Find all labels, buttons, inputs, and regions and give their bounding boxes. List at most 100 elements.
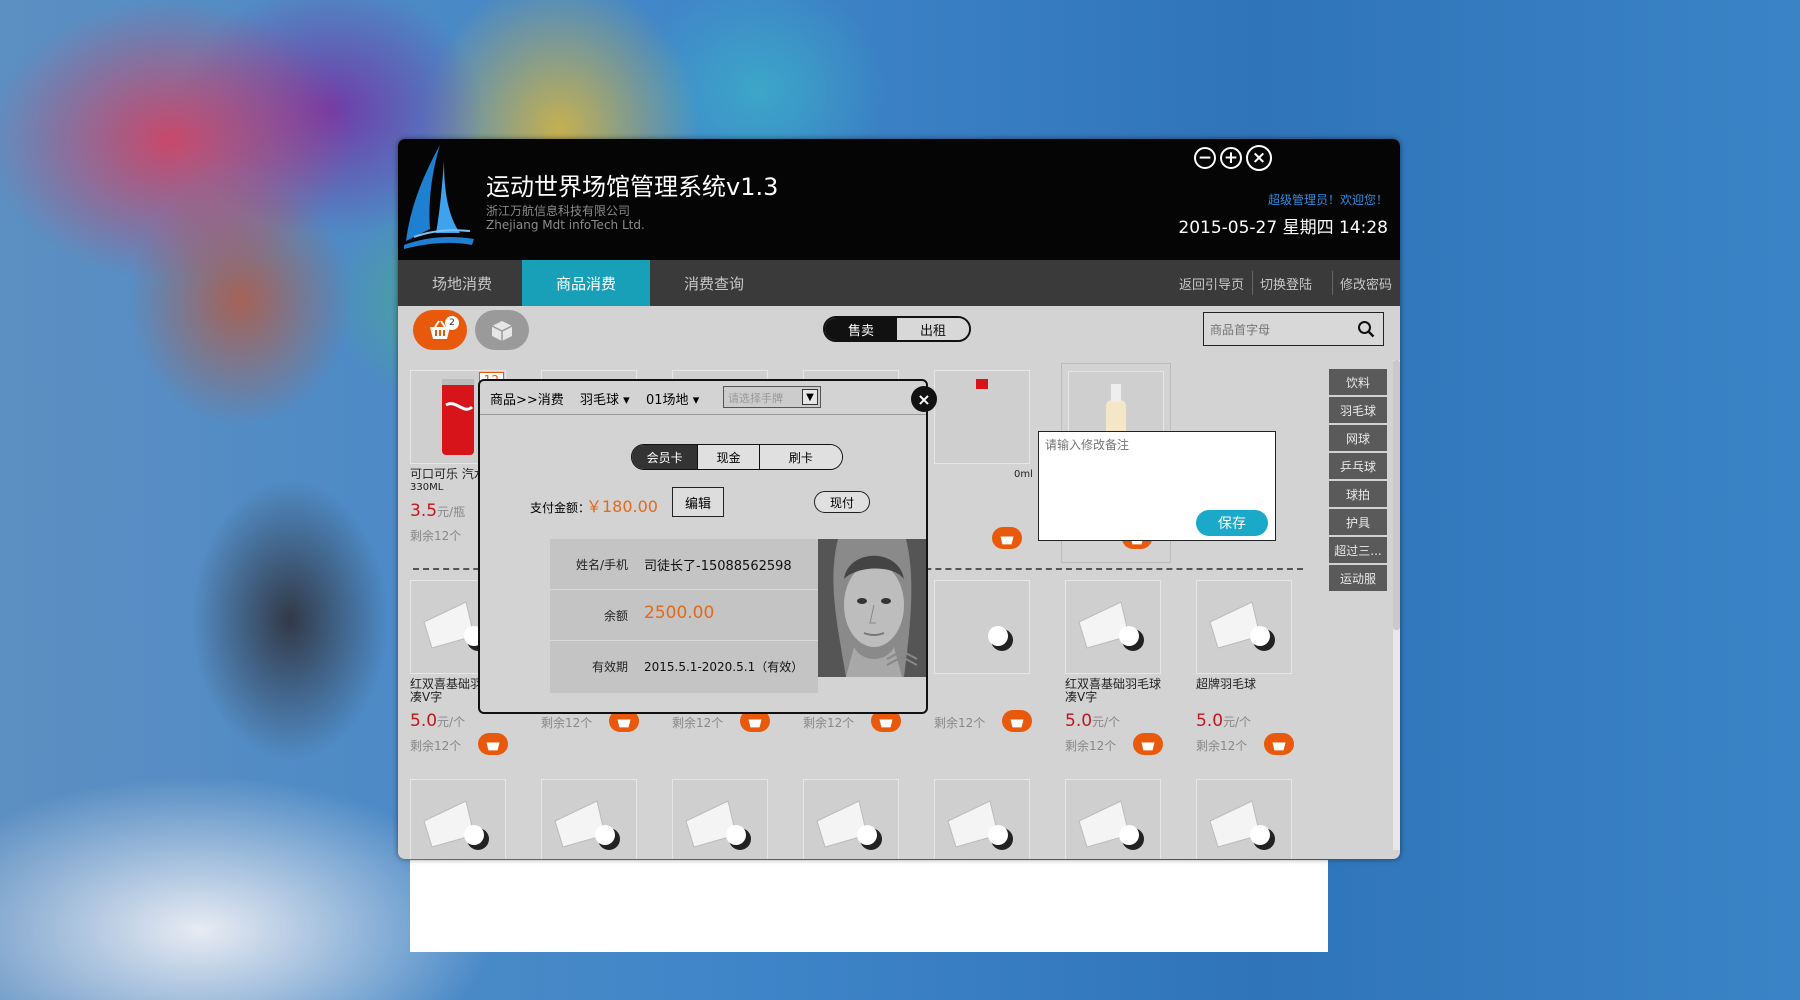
add-to-cart-button[interactable] xyxy=(1002,710,1032,732)
product-card[interactable] xyxy=(934,779,1034,859)
product-card[interactable]: 超牌羽毛球 5.0元/个 剩余12个 xyxy=(1196,580,1296,755)
minimize-icon[interactable]: − xyxy=(1194,147,1216,169)
app-window: 运动世界场馆管理系统v1.3 浙江万航信息科技有限公司 Zhejiang Mdt… xyxy=(398,139,1400,859)
switch-login-link[interactable]: 切换登陆 xyxy=(1260,274,1312,293)
background-panel xyxy=(410,860,1328,952)
amount-label: 支付金额： xyxy=(530,501,591,515)
category-rackets[interactable]: 球拍 xyxy=(1329,481,1387,507)
pay-card-swipe-tab[interactable]: 刷卡 xyxy=(758,445,842,469)
scrollbar-thumb[interactable] xyxy=(1393,360,1400,630)
member-info-row: 姓名/手机 司徒长了-15088562598 xyxy=(550,539,818,590)
app-header: 运动世界场馆管理系统v1.3 浙江万航信息科技有限公司 Zhejiang Mdt… xyxy=(398,139,1400,260)
dialog-breadcrumb: 商品>>消费 xyxy=(490,393,564,408)
payment-method-tabs: 会员卡 现金 刷卡 xyxy=(631,444,843,470)
shuttlecock-image xyxy=(1065,779,1161,859)
validity-label: 有效期 xyxy=(591,660,628,674)
court-select[interactable]: 01场地 ▾ xyxy=(646,389,699,408)
product-stock: 剩余12个 xyxy=(934,716,986,730)
member-name-value: 司徒长了-15088562598 xyxy=(644,559,792,574)
product-card[interactable] xyxy=(672,779,772,859)
product-price: 5.0 xyxy=(1196,711,1224,731)
close-window-icon[interactable]: × xyxy=(1246,145,1272,171)
product-name: 红双喜基础羽毛球 凑V字 xyxy=(1065,677,1162,704)
product-unit: 元/个 xyxy=(1092,715,1121,729)
basket-icon xyxy=(1141,742,1155,750)
add-to-cart-button[interactable] xyxy=(1264,733,1294,755)
tab-venue-consumption[interactable]: 场地消费 xyxy=(398,260,526,306)
shuttlecock-image xyxy=(541,779,637,859)
caret-down-icon: ▾ xyxy=(623,393,630,408)
box-icon xyxy=(491,321,513,341)
product-image-drink xyxy=(934,370,1030,464)
collapse-up-icon[interactable] xyxy=(885,649,919,667)
product-card[interactable] xyxy=(1065,779,1165,859)
product-price: 5.0 xyxy=(1065,711,1093,731)
shuttlecock-image xyxy=(934,779,1030,859)
sport-select[interactable]: 羽毛球 ▾ xyxy=(580,389,630,408)
sport-select-value: 羽毛球 xyxy=(580,393,620,408)
company-name-cn: 浙江万航信息科技有限公司 xyxy=(486,204,631,218)
shuttlecock-image xyxy=(1196,580,1292,674)
product-unit: 元/瓶 xyxy=(437,505,466,519)
shuttlecock-image xyxy=(410,779,506,859)
maximize-icon[interactable]: + xyxy=(1220,147,1242,169)
rent-mode-button[interactable]: 出租 xyxy=(897,318,969,340)
category-sportswear[interactable]: 运动服 xyxy=(1329,565,1387,591)
add-to-cart-button[interactable] xyxy=(478,733,508,755)
change-password-link[interactable]: 修改密码 xyxy=(1340,274,1392,293)
shuttlecock-image xyxy=(934,580,1030,674)
consumption-dialog: 商品>>消费 羽毛球 ▾ 01场地 ▾ 请选择手牌 ▼ × 会员卡 现金 刷卡 … xyxy=(478,379,937,714)
wristband-select[interactable]: 请选择手牌 ▼ xyxy=(723,386,821,408)
amount-value: ￥180.00 xyxy=(586,497,658,516)
product-unit: 元/个 xyxy=(437,715,466,729)
product-card[interactable] xyxy=(541,779,641,859)
category-badminton[interactable]: 羽毛球 xyxy=(1329,397,1387,423)
product-card[interactable] xyxy=(1196,779,1296,859)
member-info-row: 有效期 2015.5.1-2020.5.1（有效） xyxy=(550,641,818,692)
shuttlecock-image xyxy=(1196,779,1292,859)
balance-value: 2500.00 xyxy=(644,603,715,623)
add-to-cart-button[interactable] xyxy=(1133,733,1163,755)
remark-input[interactable] xyxy=(1045,436,1267,496)
shuttlecock-image xyxy=(803,779,899,859)
product-price: 3.5 xyxy=(410,501,438,521)
member-info-row: 余额 2500.00 xyxy=(550,590,818,641)
pay-member-card-tab[interactable]: 会员卡 xyxy=(632,445,698,469)
rental-box-button[interactable] xyxy=(475,310,529,350)
search-icon[interactable] xyxy=(1357,320,1375,338)
tab-consumption-query[interactable]: 消费查询 xyxy=(650,260,778,306)
edit-amount-button[interactable]: 编辑 xyxy=(672,487,724,517)
pay-cash-tab[interactable]: 现金 xyxy=(697,445,759,469)
product-card[interactable] xyxy=(803,779,903,859)
product-card[interactable]: 剩余12个 xyxy=(934,580,1034,732)
company-name: 浙江万航信息科技有限公司 Zhejiang Mdt infoTech Ltd. xyxy=(486,204,645,232)
category-protective-gear[interactable]: 护具 xyxy=(1329,509,1387,535)
product-card[interactable] xyxy=(410,779,510,859)
product-card[interactable]: 0ml xyxy=(934,370,1034,498)
sale-mode-button[interactable]: 售卖 xyxy=(825,318,897,340)
dropdown-arrow-icon[interactable]: ▼ xyxy=(802,389,818,405)
scrollbar[interactable] xyxy=(1393,360,1400,850)
back-to-guide-link[interactable]: 返回引导页 xyxy=(1179,274,1244,293)
cart-count-badge: 2 xyxy=(445,316,459,330)
product-unit: 元/个 xyxy=(1223,715,1252,729)
add-to-cart-button[interactable] xyxy=(992,527,1022,549)
caret-down-icon: ▾ xyxy=(692,393,700,408)
cart-button[interactable]: 2 xyxy=(413,310,467,350)
sale-rent-toggle: 售卖 出租 xyxy=(823,316,971,342)
main-nav: 场地消费 商品消费 消费查询 返回引导页 切换登陆 修改密码 xyxy=(398,260,1400,306)
close-dialog-icon[interactable]: × xyxy=(911,386,937,412)
product-card[interactable]: 红双喜基础羽毛球 凑V字 5.0元/个 剩余12个 xyxy=(1065,580,1165,755)
balance-label: 余额 xyxy=(603,609,628,623)
basket-icon xyxy=(1010,719,1024,727)
category-tennis[interactable]: 网球 xyxy=(1329,425,1387,451)
tab-product-consumption[interactable]: 商品消费 xyxy=(522,260,650,306)
save-remark-button[interactable]: 保存 xyxy=(1196,510,1268,536)
category-more[interactable]: 超过三... xyxy=(1329,537,1387,563)
search-input[interactable] xyxy=(1210,320,1350,340)
pay-now-button[interactable]: 现付 xyxy=(814,491,870,513)
member-info-table: 姓名/手机 司徒长了-15088562598 余额 2500.00 有效期 20… xyxy=(550,539,818,693)
category-drinks[interactable]: 饮料 xyxy=(1329,369,1387,395)
nav-divider xyxy=(1332,271,1333,295)
category-pingpong[interactable]: 乒乓球 xyxy=(1329,453,1387,479)
